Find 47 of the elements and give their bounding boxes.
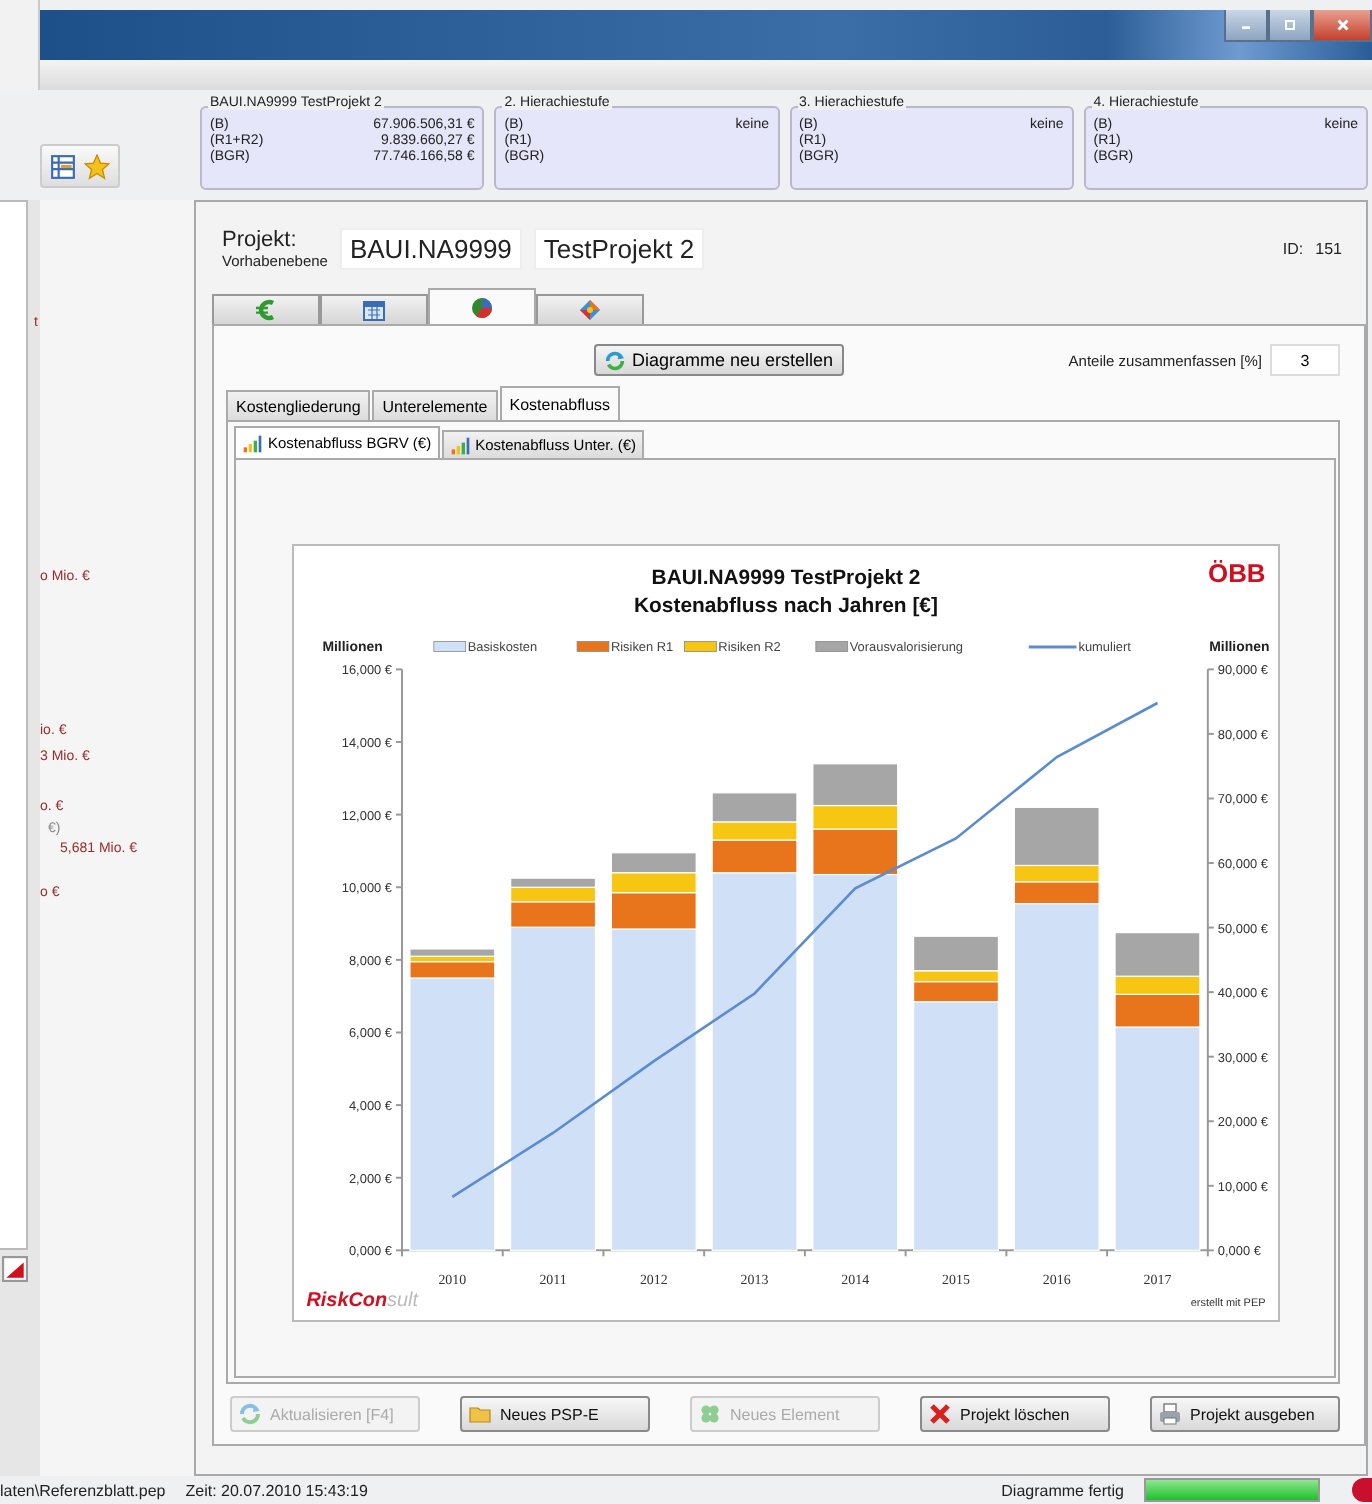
- folder-icon: [468, 1402, 492, 1426]
- bar-chart-icon: [449, 435, 470, 455]
- maximize-icon: [1282, 16, 1298, 34]
- minimize-button[interactable]: [1224, 10, 1268, 42]
- merge-field[interactable]: 3: [1270, 344, 1340, 376]
- calendar-icon: [362, 298, 386, 322]
- status-icon: [1352, 1478, 1372, 1502]
- tab[interactable]: [320, 294, 428, 324]
- background-window: [0, 0, 40, 90]
- refresh-icon: [238, 1402, 262, 1426]
- printer-icon: [1158, 1402, 1182, 1426]
- chart-title: BAUI.NA9999 TestProjekt 2: [650, 567, 920, 590]
- chart-icon[interactable]: [2, 1256, 28, 1282]
- tab[interactable]: Kostenabfluss: [499, 386, 621, 420]
- tab[interactable]: Kostengliederung: [226, 390, 371, 420]
- close-button[interactable]: [1312, 10, 1372, 42]
- project-label: Projekt:: [222, 227, 299, 251]
- table-icon[interactable]: [50, 153, 76, 179]
- bar-chart-icon: [242, 433, 262, 453]
- bar-segment: [609, 852, 696, 874]
- tab[interactable]: [536, 294, 644, 324]
- pie-chart-icon: [470, 295, 494, 319]
- action-button[interactable]: Projekt ausgeben: [1150, 1396, 1340, 1432]
- maximize-button[interactable]: [1268, 10, 1312, 42]
- cross-icon: [928, 1402, 952, 1426]
- tab[interactable]: [212, 294, 320, 324]
- refresh-icon: [604, 349, 626, 371]
- diamond-icon: [578, 298, 602, 322]
- euro-icon: [254, 298, 278, 322]
- action-button[interactable]: Projekt löschen: [920, 1396, 1110, 1432]
- time-text: Zeit: 20.07.2010 15:43:19: [185, 1481, 368, 1499]
- id-value: 151: [1315, 239, 1342, 257]
- status-message: Diagramme fertig: [1001, 1481, 1124, 1499]
- brand-logo: RiskConsult: [305, 1290, 418, 1313]
- tab[interactable]: [428, 288, 536, 324]
- project-name-field: TestProjekt 2: [533, 227, 705, 269]
- chart-title: Kostenabfluss nach Jahren [€]: [633, 595, 937, 618]
- rebuild-button[interactable]: Diagramme neu erstellen: [594, 344, 844, 376]
- clover-icon: [698, 1402, 722, 1426]
- file-path: laten\Referenzblatt.pep: [0, 1481, 166, 1499]
- close-icon: [1333, 16, 1351, 34]
- action-button[interactable]: Neues PSP-E: [460, 1396, 650, 1432]
- star-icon[interactable]: [84, 153, 110, 179]
- logo-text: ÖBB: [1207, 557, 1265, 588]
- tab[interactable]: Unterelemente: [372, 390, 498, 420]
- id-label: ID:: [1282, 239, 1304, 257]
- project-code-field: BAUI.NA9999: [339, 227, 522, 269]
